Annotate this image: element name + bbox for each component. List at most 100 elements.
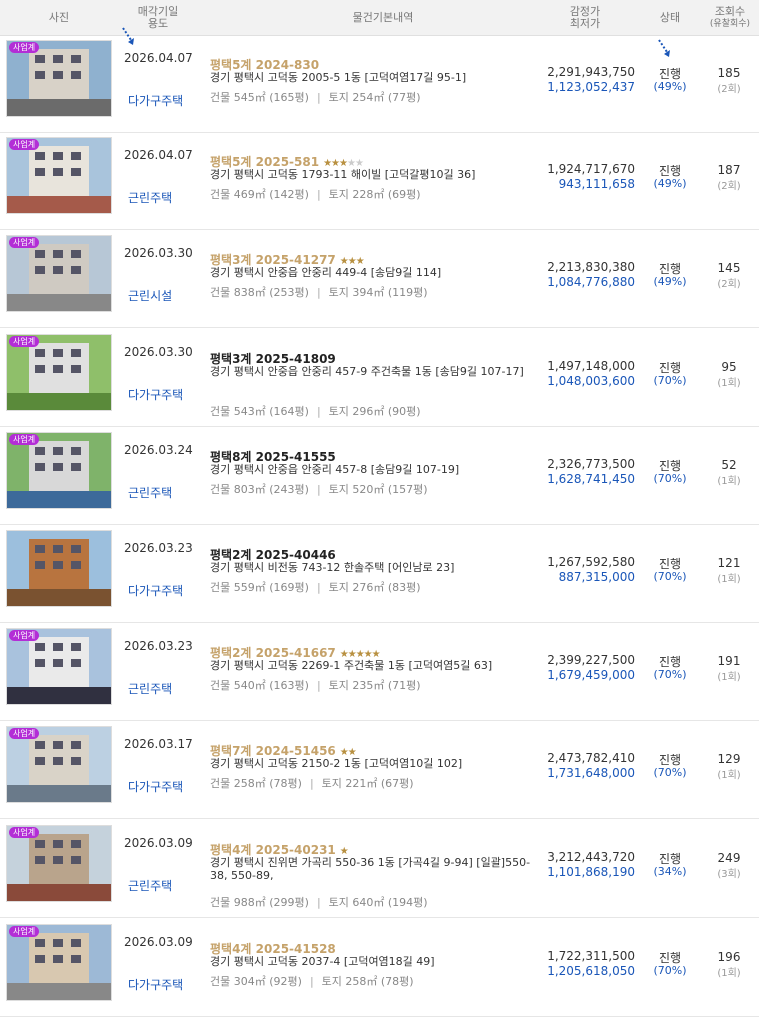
minimum-percent: (34%) xyxy=(653,865,687,878)
business-tag-badge: 사업계 xyxy=(9,42,40,53)
fail-count: (1회) xyxy=(717,968,741,979)
auction-date: 2026.03.09 xyxy=(124,935,193,949)
property-address: 경기 평택시 고덕동 1793-11 해이빌 [고덕갈평10길 36] xyxy=(210,168,476,181)
header-photo: 사진 xyxy=(0,0,118,35)
area-info: 건물 559㎡ (169평) | 토지 276㎡ (83평) xyxy=(210,581,421,594)
property-use[interactable]: 근린주택 xyxy=(128,189,172,206)
area-info: 건물 988㎡ (299평) | 토지 640㎡ (194평) xyxy=(210,896,428,909)
header-photo-label: 사진 xyxy=(48,10,70,24)
area-info: 건물 304㎡ (92평) | 토지 258㎡ (78평) xyxy=(210,975,414,988)
property-photo[interactable]: 사업계 xyxy=(6,432,112,509)
header-price[interactable]: 감정가 최저가 xyxy=(540,0,630,35)
table-row[interactable]: 사업계 2026.04.07 근린주택 평택5계 2025-581 ★★★★★ 경기 평택… xyxy=(0,131,759,230)
view-count: 95 xyxy=(721,360,737,374)
fail-count: (3회) xyxy=(717,869,741,880)
fail-count: (2회) xyxy=(717,279,741,290)
table-row[interactable]: 사업계 2026.03.09 근린주택 평택4계 2025-40231 ★ 경기 평택시 … xyxy=(0,819,759,918)
property-use[interactable]: 다가구주택 xyxy=(128,976,183,993)
property-use[interactable]: 다가구주택 xyxy=(128,92,183,109)
table-row[interactable]: 사업계 2026.03.30 근린시설 평택3계 2025-41277 ★★★ 경기 평택… xyxy=(0,229,759,328)
auction-date: 2026.03.17 xyxy=(124,737,193,751)
case-number: 평택3계 2025-41809 xyxy=(210,352,336,366)
land-area: 토지 276㎡ (83평) xyxy=(328,581,421,594)
header-details: 물건기본내역 xyxy=(198,0,568,35)
property-use[interactable]: 다가구주택 xyxy=(128,582,183,599)
header-use-label: 용도 xyxy=(147,16,169,30)
area-info: 건물 258㎡ (78평) | 토지 221㎡ (67평) xyxy=(210,777,414,790)
business-tag-badge: 사업계 xyxy=(9,926,40,937)
minimum-price: 1,048,003,600 xyxy=(547,374,635,388)
property-use[interactable]: 근린주택 xyxy=(128,877,172,894)
auction-date: 2026.04.07 xyxy=(124,51,193,65)
land-area: 토지 394㎡ (119평) xyxy=(328,286,428,299)
table-row[interactable]: 사업계 2026.04.07 다가구주택 평택5계 2024-830 경기 평택시 고덕… xyxy=(0,34,759,133)
table-row[interactable]: 사업계 2026.03.17 다가구주택 평택7계 2024-51456 ★★ 경기 평택… xyxy=(0,720,759,819)
property-photo[interactable]: 사업계 xyxy=(6,726,112,803)
building-area: 건물 545㎡ (165평) xyxy=(210,91,309,104)
auction-date: 2026.03.30 xyxy=(124,345,193,359)
table-row[interactable]: 사업계 2026.03.09 다가구주택 평택4계 2025-41528 경기 평택시 … xyxy=(0,918,759,1017)
header-status[interactable]: 상태 xyxy=(650,0,690,35)
property-photo[interactable]: 사업계 xyxy=(6,40,112,117)
minimum-percent: (70%) xyxy=(653,472,687,485)
property-use[interactable]: 근린주택 xyxy=(128,484,172,501)
property-use[interactable]: 근린시설 xyxy=(128,287,172,304)
property-photo[interactable]: 사업계 xyxy=(6,334,112,411)
view-count: 249 xyxy=(717,851,741,865)
view-count: 145 xyxy=(717,261,741,275)
case-number: 평택4계 2025-40231 xyxy=(210,843,336,857)
building-area: 건물 838㎡ (253평) xyxy=(210,286,309,299)
property-photo[interactable]: 사업계 xyxy=(6,628,112,705)
fail-count: (1회) xyxy=(717,476,741,487)
building-area: 건물 469㎡ (142평) xyxy=(210,188,309,201)
case-number: 평택4계 2025-41528 xyxy=(210,942,336,956)
auction-date: 2026.03.23 xyxy=(124,639,193,653)
minimum-percent: (70%) xyxy=(653,570,687,583)
case-number: 평택2계 2025-40446 xyxy=(210,548,336,562)
case-number: 평택3계 2025-41277 xyxy=(210,253,336,267)
property-photo[interactable]: 사업계 xyxy=(6,825,112,902)
view-count: 187 xyxy=(717,163,741,177)
property-photo[interactable]: 사업계 xyxy=(6,137,112,214)
property-photo[interactable]: 사업계 xyxy=(6,235,112,312)
minimum-price: 1,731,648,000 xyxy=(547,766,635,780)
building-area: 건물 540㎡ (163평) xyxy=(210,679,309,692)
table-row[interactable]: 사업계 2026.03.30 다가구주택 평택3계 2025-41809 경기 평택시 … xyxy=(0,328,759,427)
appraisal-price: 1,267,592,580 xyxy=(547,555,635,569)
minimum-percent: (70%) xyxy=(653,766,687,779)
building-area: 건물 258㎡ (78평) xyxy=(210,777,302,790)
land-area: 토지 235㎡ (71평) xyxy=(328,679,421,692)
appraisal-price: 2,473,782,410 xyxy=(547,751,635,765)
table-row[interactable]: 사업계 2026.03.23 근린주택 평택2계 2025-41667 ★★★★★ 경기 … xyxy=(0,622,759,721)
minimum-price: 1,123,052,437 xyxy=(547,80,635,94)
auction-date: 2026.03.09 xyxy=(124,836,193,850)
table-row[interactable]: 사업계 2026.03.24 근린주택 평택8계 2025-41555 경기 평택시 안… xyxy=(0,426,759,525)
area-info: 건물 545㎡ (165평) | 토지 254㎡ (77평) xyxy=(210,91,421,104)
property-photo[interactable]: 사업계 xyxy=(6,924,112,1001)
view-count: 129 xyxy=(717,752,741,766)
business-tag-badge: 사업계 xyxy=(9,139,40,150)
header-details-label: 물건기본내역 xyxy=(352,10,414,24)
business-tag-badge: 사업계 xyxy=(9,434,40,445)
business-tag-badge: 사업계 xyxy=(9,336,40,347)
header-date-label: 매각기일 xyxy=(137,4,179,18)
property-use[interactable]: 다가구주택 xyxy=(128,778,183,795)
area-info: 건물 540㎡ (163평) | 토지 235㎡ (71평) xyxy=(210,679,421,692)
property-address: 경기 평택시 고덕동 2037-4 [고덕여염18길 49] xyxy=(210,955,435,968)
building-area: 건물 559㎡ (169평) xyxy=(210,581,309,594)
property-use[interactable]: 근린주택 xyxy=(128,680,172,697)
property-photo[interactable] xyxy=(6,530,112,607)
property-use[interactable]: 다가구주택 xyxy=(128,386,183,403)
property-address: 경기 평택시 안중읍 안중리 457-9 주건축물 1동 [송담9길 107-1… xyxy=(210,365,524,378)
building-area: 건물 304㎡ (92평) xyxy=(210,975,302,988)
case-number: 평택8계 2025-41555 xyxy=(210,450,336,464)
table-row[interactable]: 2026.03.23 다가구주택 평택2계 2025-40446 경기 평택시 비전동… xyxy=(0,524,759,623)
fail-count: (1회) xyxy=(717,770,741,781)
header-fails-label: (유찰회수) xyxy=(709,18,751,29)
header-views[interactable]: 조회수 (유찰회수) xyxy=(704,0,756,35)
property-address: 경기 평택시 안중읍 안중리 457-8 [송담9길 107-19] xyxy=(210,463,460,476)
header-views-label: 조회수 xyxy=(714,4,746,18)
view-count: 185 xyxy=(717,66,741,80)
auction-date: 2026.03.23 xyxy=(124,541,193,555)
building-area: 건물 543㎡ (164평) xyxy=(210,405,309,418)
